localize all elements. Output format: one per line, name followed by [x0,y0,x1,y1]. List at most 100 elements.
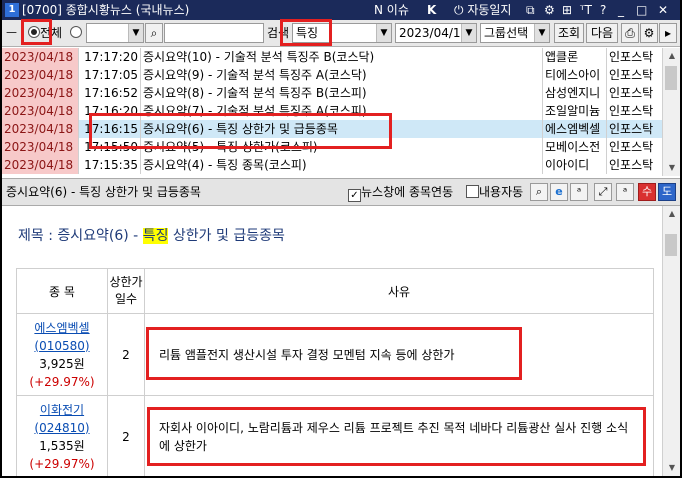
news-title: 증시요약(7) - 기술적 분석 특징주 A(코스피) [140,102,542,120]
news-row[interactable]: 2023/04/18 17:16:20 증시요약(7) - 기술적 분석 특징주 A… [2,102,662,120]
zoom-icon[interactable]: ⌕ [530,183,548,201]
news-row[interactable]: 2023/04/18 17:17:20 증시요약(10) - 기술적 분석 특징주 … [2,48,662,66]
header-stock: 종 목 [16,268,108,314]
stock-name-link[interactable]: 에스엠벡셀 [17,319,107,337]
app-icon: 1 [5,3,19,17]
stock-name-link[interactable]: 이화전기 [17,401,107,419]
content-auto-checkbox[interactable]: 내용자동 [466,183,523,201]
table-header-row: 종 목 상한가 일수 사유 [16,268,654,314]
help-icon[interactable]: ? [600,2,606,18]
next-button[interactable]: 다음 [586,23,618,43]
news-source: 인포스탁 [606,156,662,174]
scroll-up-icon[interactable]: ▲ [663,48,680,64]
date-field[interactable]: 2023/04/18 ▼ [395,23,477,43]
chevron-down-icon[interactable]: ▼ [128,24,143,42]
chevron-down-icon[interactable]: ▼ [376,24,391,42]
search-label: 검색 [267,26,290,40]
stock-change: (+29.97%) [29,456,95,471]
news-list: 2023/04/18 17:17:20 증시요약(10) - 기술적 분석 특징주 … [2,48,662,176]
close-icon[interactable]: ✕ [658,2,668,18]
news-link-checkbox[interactable]: ✓ 뉴스창에 종목연동 [348,183,454,202]
window-title: [0700] 종합시황뉴스 (국내뉴스) [22,3,190,17]
gear-icon[interactable]: ⚙ [640,23,658,43]
news-date: 2023/04/18 [2,138,78,156]
fit-icon[interactable]: ⤢ [594,183,612,201]
issue-button[interactable]: N 이슈 [374,2,409,18]
date-value: 2023/04/18 [399,26,469,40]
title-bar: 1 [0700] 종합시황뉴스 (국내뉴스) N 이슈 K ⏻ 자동일지 ⧉ ⚙… [2,0,680,20]
news-link-label: 뉴스창에 종목연동 [361,185,454,199]
search-input[interactable]: 특징 ▼ [292,23,392,43]
font-down-button[interactable]: 도 [658,183,676,201]
news-time: 17:17:05 [78,66,140,84]
stock-price: 3,925원 [39,356,85,371]
news-time: 17:16:20 [78,102,140,120]
auto-log-button[interactable]: ⏻ 자동일지 [454,2,511,18]
header-reason: 사유 [144,268,654,314]
news-time: 17:17:20 [78,48,140,66]
news-source: 인포스탁 [606,48,662,66]
stock-change: (+29.97%) [29,374,95,389]
content-scrollbar[interactable]: ▲ ▼ [662,206,680,476]
news-row[interactable]: 2023/04/18 17:16:15 증시요약(6) - 특징 상한가 및 급등종… [2,120,662,138]
news-list-scrollbar[interactable]: ▲ ▼ [662,48,680,176]
news-row[interactable]: 2023/04/18 17:17:05 증시요약(9) - 기술적 분석 특징주 A… [2,66,662,84]
keyword-input[interactable] [164,23,264,43]
table-row: 이화전기 (024810) 1,535원 (+29.97%) 2 자회사 이아이… [16,395,654,476]
scroll-down-icon[interactable]: ▼ [663,460,680,476]
minimize-icon[interactable]: _ [618,2,624,18]
news-stock: 이아이디 [542,156,606,174]
link-icon[interactable]: ⧉ [526,2,535,18]
pin-icon[interactable]: ⊞ [562,2,572,18]
header-days: 상한가 일수 [107,268,145,314]
group-select[interactable]: 그룹선택 ▼ [480,23,550,43]
news-stock: 에스엠벡셀 [542,120,606,138]
scroll-thumb[interactable] [665,66,677,90]
chevron-down-icon[interactable]: ▼ [461,24,476,42]
stock-code-link[interactable]: (024810) [17,419,107,437]
news-stock: 조일알미늄 [542,102,606,120]
stock-code-link[interactable]: (010580) [17,337,107,355]
news-source: 인포스탁 [606,84,662,102]
news-source: 인포스탁 [606,138,662,156]
subject-highlight: 특징 [142,228,169,244]
all-radio[interactable]: 전체 [28,23,62,43]
group-radio[interactable] [70,23,82,43]
maximize-icon[interactable]: □ [636,2,647,18]
category-select[interactable]: ▼ [86,23,144,43]
search-icon[interactable]: ⌕ [145,23,163,43]
limit-up-table: 종 목 상한가 일수 사유 에스엠벡셀 (010580) 3,925원 (+29… [16,268,654,476]
news-title: 증시요약(5) - 특징 상한가(코스피) [140,138,542,156]
subject-label: 제목 : 증시요약(6) - [18,228,143,244]
font-smaller-icon[interactable]: ᵃ [570,183,588,201]
news-time: 17:15:35 [78,156,140,174]
news-row[interactable]: 2023/04/18 17:15:35 증시요약(4) - 특징 종목(코스피) 이아… [2,156,662,174]
group-radio-dot[interactable] [70,26,82,38]
scroll-thumb[interactable] [665,234,677,256]
chevron-down-icon[interactable]: ▼ [534,24,549,42]
lock-icon[interactable]: ᅳ [6,23,17,43]
font-larger-icon[interactable]: ᵃ [616,183,634,201]
browser-icon[interactable]: e [550,183,568,201]
scroll-up-icon[interactable]: ▲ [663,206,680,222]
all-radio-dot[interactable] [28,26,40,38]
panel-toggle-icon[interactable]: ▸ [659,23,677,43]
news-title: 증시요약(6) - 특징 상한가 및 급등종목 [140,120,542,138]
news-link-check[interactable]: ✓ [348,189,361,202]
print-icon[interactable]: ⎙ [621,23,639,43]
news-date: 2023/04/18 [2,156,78,174]
news-source: 인포스탁 [606,66,662,84]
font-size-icon[interactable]: ᵀT [580,2,592,18]
scroll-down-icon[interactable]: ▼ [663,160,680,176]
search-input-value: 특징 [296,26,319,40]
news-date: 2023/04/18 [2,102,78,120]
query-button[interactable]: 조회 [554,23,584,43]
k-logo-icon[interactable]: K [427,2,436,18]
stock-price: 1,535원 [39,438,85,453]
content-auto-check[interactable] [466,185,479,198]
settings-icon[interactable]: ⚙ [544,2,555,18]
news-row[interactable]: 2023/04/18 17:15:50 증시요약(5) - 특징 상한가(코스피) 모… [2,138,662,156]
content-auto-label: 내용자동 [479,185,524,199]
font-up-button[interactable]: 수 [638,183,656,201]
news-row[interactable]: 2023/04/18 17:16:52 증시요약(8) - 기술적 분석 특징주 B… [2,84,662,102]
